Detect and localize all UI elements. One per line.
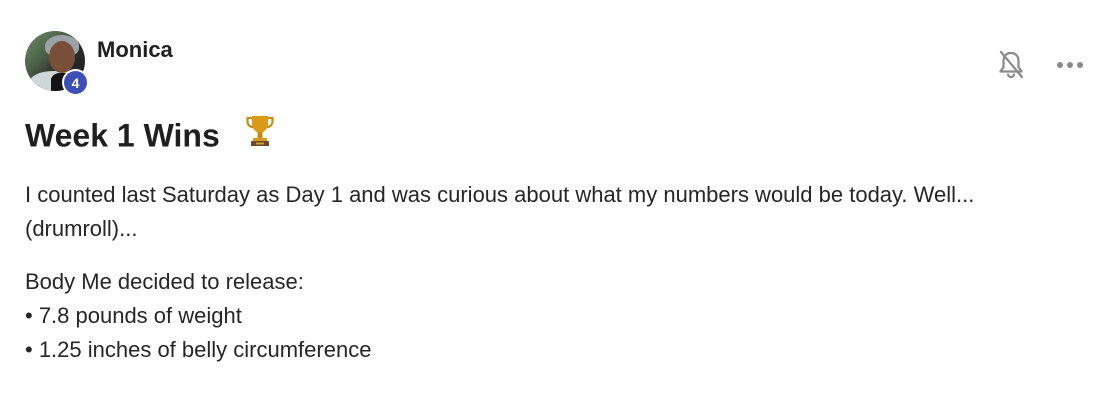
level-badge: 4: [62, 69, 89, 96]
post-card: 4 Monica Week 1 Wins I counted last Satu…: [0, 0, 1107, 400]
list-item: • 7.8 pounds of weight: [25, 303, 242, 328]
post-body: I counted last Saturday as Day 1 and was…: [25, 178, 1085, 386]
list-intro: Body Me decided to release:: [25, 269, 304, 294]
list-item: • 1.25 inches of belly circumference: [25, 337, 372, 362]
trophy-icon: [245, 113, 275, 155]
post-list-block: Body Me decided to release: • 7.8 pounds…: [25, 265, 1085, 367]
bell-off-icon[interactable]: [997, 50, 1025, 80]
post-title-row: Week 1 Wins: [25, 116, 275, 159]
more-horizontal-icon[interactable]: [1055, 55, 1085, 75]
author-name[interactable]: Monica: [97, 37, 173, 63]
author-avatar-container[interactable]: 4: [25, 31, 89, 96]
post-title: Week 1 Wins: [25, 117, 220, 154]
post-paragraph: I counted last Saturday as Day 1 and was…: [25, 182, 975, 241]
